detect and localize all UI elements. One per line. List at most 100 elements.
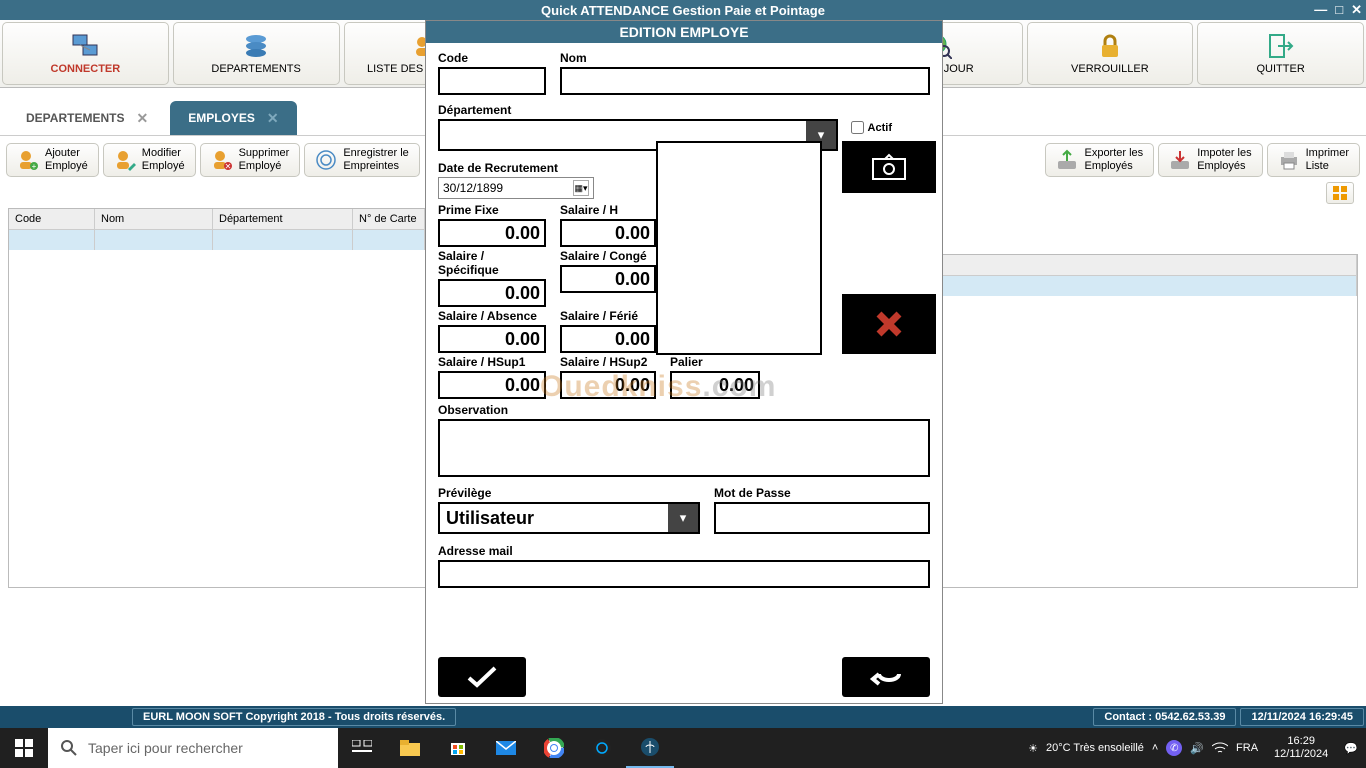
imprimer-liste-button[interactable]: ImprimerListe <box>1267 143 1360 177</box>
palier-label: Palier <box>670 355 760 369</box>
salaire-ferie-label: Salaire / Férié <box>560 309 656 323</box>
maximize-icon[interactable]: □ <box>1335 2 1343 18</box>
col-nom[interactable]: Nom <box>95 209 213 229</box>
mot-de-passe-input[interactable] <box>714 502 930 534</box>
copyright-text: EURL MOON SOFT Copyright 2018 - Tous dro… <box>132 708 456 726</box>
date-recrutement-input[interactable]: 30/12/1899 ▦▾ <box>438 177 594 199</box>
actif-checkbox[interactable]: Actif <box>851 121 892 134</box>
mail-icon[interactable] <box>482 728 530 768</box>
btn-line2: Liste <box>1306 160 1349 173</box>
salaire-conge-input[interactable] <box>560 265 656 293</box>
btn-line2: Employés <box>1197 160 1251 173</box>
delete-photo-button[interactable] <box>842 294 936 354</box>
taskbar-clock[interactable]: 16:29 12/11/2024 <box>1266 735 1336 761</box>
app-icon[interactable] <box>578 728 626 768</box>
exporter-employes-button[interactable]: Exporter lesEmployés <box>1045 143 1154 177</box>
upload-photo-button[interactable] <box>842 141 936 193</box>
volume-icon[interactable]: 🔊 <box>1190 742 1204 755</box>
prime-fixe-input[interactable] <box>438 219 546 247</box>
taskbar-search[interactable]: Taper ici pour rechercher <box>48 728 338 768</box>
weather-text[interactable]: 20°C Très ensoleillé <box>1046 742 1144 754</box>
file-explorer-icon[interactable] <box>386 728 434 768</box>
salaire-h-input[interactable] <box>560 219 656 247</box>
start-button[interactable] <box>0 728 48 768</box>
col-departement[interactable]: Département <box>213 209 353 229</box>
col-code[interactable]: Code <box>9 209 95 229</box>
nom-input[interactable] <box>560 67 930 95</box>
enregistrer-empreintes-button[interactable]: Enregistrer leEmpreintes <box>304 143 419 177</box>
salaire-specifique-label: Salaire / Spécifique <box>438 249 546 277</box>
chevron-down-icon: ▾ <box>668 504 698 532</box>
close-tab-icon[interactable]: ✕ <box>267 110 279 127</box>
tab-employes[interactable]: EMPLOYES ✕ <box>170 101 296 135</box>
search-placeholder: Taper ici pour rechercher <box>88 740 243 756</box>
clock-date: 12/11/2024 <box>1274 748 1328 761</box>
code-input[interactable] <box>438 67 546 95</box>
salaire-hsup1-label: Salaire / HSup1 <box>438 355 546 369</box>
salaire-specifique-input[interactable] <box>438 279 546 307</box>
import-icon <box>1169 149 1191 171</box>
app-title: Quick ATTENDANCE Gestion Paie et Pointag… <box>541 3 825 18</box>
salaire-hsup2-input[interactable] <box>560 371 656 399</box>
salaire-hsup1-input[interactable] <box>438 371 546 399</box>
salaire-ferie-input[interactable] <box>560 325 656 353</box>
importer-employes-button[interactable]: Impoter lesEmployés <box>1158 143 1262 177</box>
actif-input[interactable] <box>851 121 864 134</box>
employes-grid[interactable]: Code Nom Département N° de Carte <box>8 208 426 588</box>
quitter-button[interactable]: QUITTER <box>1197 22 1364 85</box>
user-edit-icon <box>114 149 136 171</box>
minimize-icon[interactable]: — <box>1314 2 1327 18</box>
verrouiller-label: VERROUILLER <box>1071 63 1149 75</box>
viber-icon[interactable]: ✆ <box>1166 740 1182 756</box>
date-value: 30/12/1899 <box>443 181 503 195</box>
palier-input[interactable] <box>670 371 760 399</box>
grid-row[interactable] <box>9 230 425 250</box>
check-icon <box>465 665 499 689</box>
btn-line1: Supprimer <box>239 147 290 160</box>
export-icon <box>1056 149 1078 171</box>
salaire-hsup2-label: Salaire / HSup2 <box>560 355 656 369</box>
close-tab-icon[interactable]: ✕ <box>136 110 148 127</box>
wifi-icon[interactable] <box>1212 742 1228 754</box>
confirm-button[interactable] <box>438 657 526 697</box>
departements-button[interactable]: DEPARTEMENTS <box>173 22 340 85</box>
status-bar: EURL MOON SOFT Copyright 2018 - Tous dro… <box>0 706 1366 728</box>
ms-store-icon[interactable] <box>434 728 482 768</box>
lock-icon <box>1096 32 1124 60</box>
notifications-icon[interactable]: 💬 <box>1344 742 1358 755</box>
task-view-icon[interactable] <box>338 728 386 768</box>
col-carte[interactable]: N° de Carte <box>353 209 425 229</box>
tab-departements[interactable]: DEPARTEMENTS ✕ <box>8 101 166 135</box>
server-icon <box>242 32 270 60</box>
ajouter-employe-button[interactable]: +AjouterEmployé <box>6 143 99 177</box>
observation-input[interactable] <box>438 419 930 477</box>
language-indicator[interactable]: FRA <box>1236 742 1258 754</box>
close-icon[interactable]: ✕ <box>1351 2 1362 18</box>
privilege-label: Prévilège <box>438 486 700 500</box>
svg-text:✕: ✕ <box>224 162 231 171</box>
chrome-icon[interactable] <box>530 728 578 768</box>
current-app-icon[interactable] <box>626 728 674 768</box>
actif-label: Actif <box>868 122 892 134</box>
btn-line2: Employé <box>239 160 290 173</box>
adresse-mail-input[interactable] <box>438 560 930 588</box>
supprimer-employe-button[interactable]: ✕ SupprimerEmployé <box>200 143 301 177</box>
grid-view-toggle-button[interactable] <box>1326 182 1354 204</box>
nom-label: Nom <box>560 51 930 65</box>
weather-icon[interactable]: ☀ <box>1028 742 1038 755</box>
modifier-employe-button[interactable]: ModifierEmployé <box>103 143 196 177</box>
connecter-button[interactable]: CONNECTER <box>2 22 169 85</box>
cancel-button[interactable] <box>842 657 930 697</box>
tray-chevron-icon[interactable]: ˄ <box>1152 742 1158 754</box>
calendar-icon: ▦▾ <box>573 180 589 196</box>
salaire-conge-label: Salaire / Congé <box>560 249 656 263</box>
salaire-absence-label: Salaire / Absence <box>438 309 546 323</box>
pc-share-icon <box>71 32 99 60</box>
salaire-absence-input[interactable] <box>438 325 546 353</box>
title-bar: Quick ATTENDANCE Gestion Paie et Pointag… <box>0 0 1366 20</box>
btn-line1: Modifier <box>142 147 185 160</box>
btn-line1: Enregistrer le <box>343 147 408 160</box>
privilege-select[interactable]: Utilisateur ▾ <box>438 502 700 534</box>
verrouiller-button[interactable]: VERROUILLER <box>1027 22 1194 85</box>
prime-fixe-label: Prime Fixe <box>438 203 546 217</box>
